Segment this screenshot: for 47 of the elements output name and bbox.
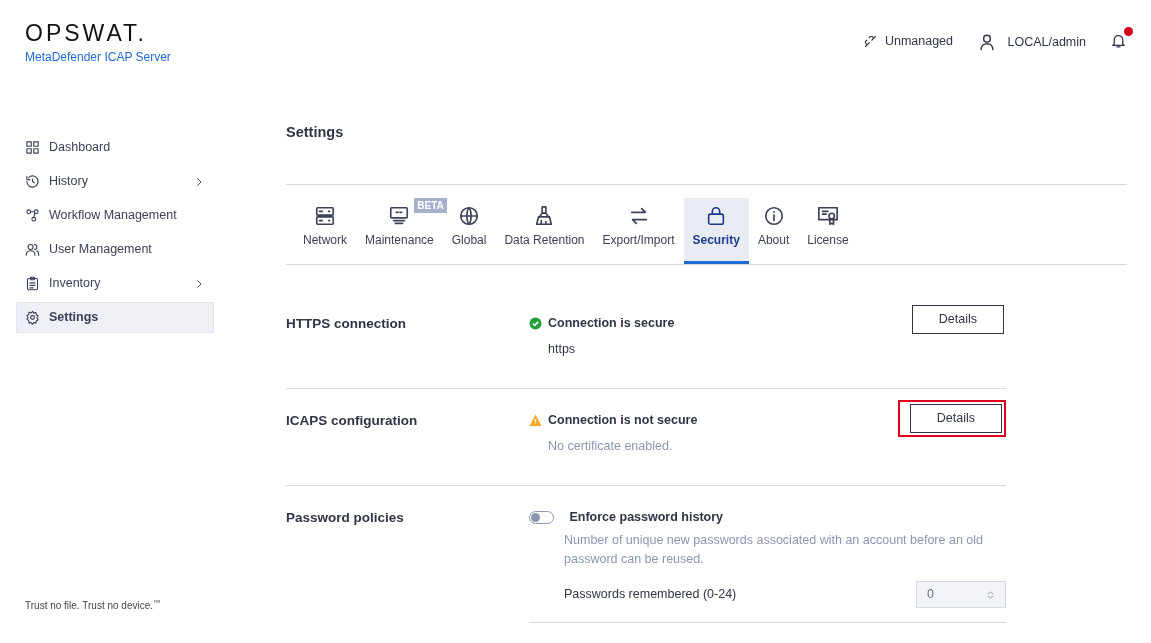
section-title: Password policies xyxy=(286,508,405,527)
details-button[interactable]: Details xyxy=(909,403,1002,433)
beta-badge: BETA xyxy=(414,197,447,213)
sidebar-item[interactable]: History xyxy=(16,166,214,197)
broken-link-icon xyxy=(862,33,878,49)
workflow-icon xyxy=(25,208,40,223)
info-icon xyxy=(762,204,785,227)
connection-detail: https xyxy=(548,340,577,358)
toggle-switch[interactable] xyxy=(529,510,554,524)
settings-tab[interactable]: About xyxy=(748,197,799,264)
settings-tab[interactable]: Export/Import xyxy=(593,197,684,264)
product-name: MetaDefender ICAP Server xyxy=(25,49,172,66)
page-title: Settings xyxy=(286,123,345,142)
sidebar-item[interactable]: Dashboard xyxy=(16,132,214,163)
grid-icon xyxy=(25,140,40,155)
details-button[interactable]: Details xyxy=(911,304,1004,334)
sidebar-item[interactable]: Settings xyxy=(16,302,214,333)
unmanaged-status[interactable]: Unmanaged xyxy=(862,32,953,51)
sidebar-item[interactable]: User Management xyxy=(16,234,214,265)
settings-tab[interactable]: License xyxy=(798,197,858,264)
server-icon xyxy=(314,204,336,227)
tagline: Trust no file. Trust no device.$^{™}$ xyxy=(25,598,162,613)
connection-status: Connection is secure xyxy=(548,314,675,332)
toggle-label: Enforce password history xyxy=(569,508,723,526)
clipboard-icon xyxy=(25,276,40,291)
section-title: ICAPS configuration xyxy=(286,411,419,430)
section-title: HTTPS connection xyxy=(286,314,407,333)
globe-icon xyxy=(458,204,481,227)
user-menu[interactable]: LOCAL/admin xyxy=(977,32,1086,52)
user-icon xyxy=(977,32,997,52)
sidebar-item[interactable]: Workflow Management xyxy=(16,200,214,231)
connection-detail: No certificate enabled. xyxy=(548,437,674,455)
toggle-description: Number of unique new passwords associated with an account before an old password can be reused. xyxy=(564,531,984,568)
field-label: Passwords remembered (0-24) xyxy=(564,586,737,604)
history-icon xyxy=(25,174,40,189)
users-icon xyxy=(25,242,40,257)
settings-tab[interactable]: Network xyxy=(294,197,356,264)
opswat-logo: OPSWAT. xyxy=(25,22,148,45)
number-input[interactable]: 0 xyxy=(916,581,1006,609)
monitor-icon xyxy=(388,204,411,227)
certificate-icon xyxy=(816,204,839,227)
bell-icon[interactable] xyxy=(1110,32,1127,49)
gear-icon xyxy=(25,310,40,325)
sidebar-item[interactable]: Inventory xyxy=(16,268,214,299)
settings-tab[interactable]: Data Retention xyxy=(495,197,594,264)
settings-tab[interactable]: Security xyxy=(683,197,749,264)
connection-status: Connection is not secure xyxy=(548,411,698,429)
